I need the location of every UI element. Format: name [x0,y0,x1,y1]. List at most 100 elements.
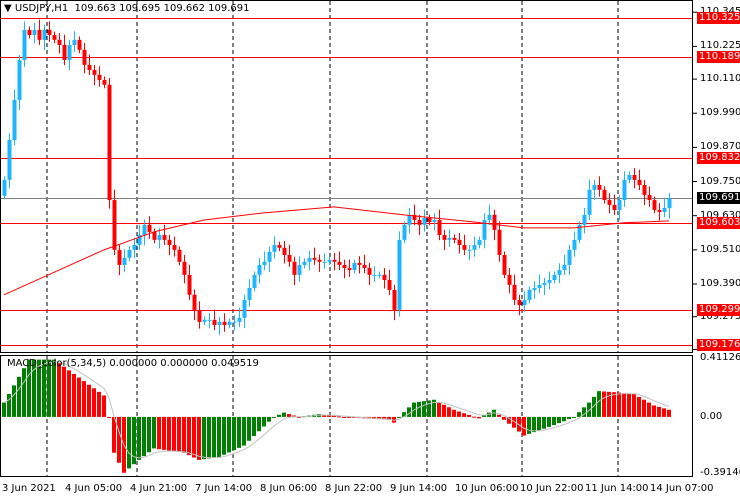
macd-bar [162,416,166,450]
macd-bar [532,416,536,433]
macd-bar [182,416,186,453]
candle-body [507,274,512,285]
candle-body [587,189,592,215]
candle-body [222,321,227,325]
macd-bar [552,416,556,426]
y-tick-label: 109.390 [700,277,740,289]
macd-title: MACD_color(5,34,5) 0.000000 0.000000 0.0… [7,358,259,369]
macd-bar [632,393,636,417]
candle-body [607,200,612,205]
chart-window: ▼ USDJPY,H1 109.663 109.695 109.662 109.… [0,0,740,500]
candle-body [377,274,382,276]
macd-bar [647,402,651,417]
candle-body [497,229,502,255]
macd-bar [422,401,426,417]
x-label: 7 Jun 14:00 [195,483,253,494]
macd-bar [62,366,66,417]
candle-body [492,214,497,230]
chart-canvas[interactable] [0,0,740,500]
candle-body [347,268,352,271]
level-price-tag: 110.189 [697,50,740,63]
candle-body [237,317,242,322]
candle-body [17,60,22,100]
macd-bar [92,388,96,417]
macd-bar [72,373,76,417]
level-price-tag: 109.832 [697,152,740,165]
macd-bar [417,401,421,417]
candle-body [187,274,192,295]
candle-body [322,261,327,263]
macd-bar [257,416,261,432]
macd-bar [177,416,181,453]
x-label: 8 Jun 22:00 [325,483,383,494]
candle-body [172,245,177,250]
x-label: 4 Jun 05:00 [65,483,123,494]
candle-body [622,179,627,201]
candle-body [102,79,107,85]
candle-body [312,257,317,260]
level-price-tag: 109.176 [697,338,740,351]
candle-body [62,44,67,61]
macd-bar [227,416,231,453]
macd-bar [242,416,246,446]
macd-bar [82,381,86,417]
macd-bar [222,416,226,455]
macd-bar [137,416,141,460]
macd-bar [97,391,101,417]
main-panel-frame [0,0,693,353]
collapse-triangle-icon[interactable]: ▼ [4,3,12,14]
macd-bar [502,416,506,420]
candle-body [177,249,182,262]
candle-body [7,140,12,180]
chart-header: ▼ USDJPY,H1 109.663 109.695 109.662 109.… [4,3,250,14]
candle-body [527,289,532,300]
macd-bar [567,416,571,420]
candle-body [617,200,622,211]
candle-body [362,264,367,269]
x-label: 10 Jun 22:00 [520,483,584,494]
candle-body [487,214,492,220]
macd-bar [462,413,466,417]
candle-body [277,245,282,248]
candle-body [122,257,127,265]
candle-body [42,29,47,40]
candle-body [342,264,347,269]
candle-body [247,287,252,300]
macd-bar [602,391,606,417]
macd-bar [87,384,91,417]
candle-body [462,245,467,250]
candle-body [147,224,152,232]
candle-body [22,29,27,61]
candle-body [32,29,37,36]
macd-bar [557,416,561,424]
candle-body [592,184,597,190]
candle-body [297,264,302,275]
candle-body [317,259,322,262]
macd-bar [232,416,236,451]
macd-bar [497,414,501,417]
candle-body [87,64,92,71]
candle-body [572,239,577,250]
macd-bar [597,391,601,417]
macd-y-tick-label: 0.00 [700,410,723,422]
macd-bar [527,416,531,434]
macd-bar [482,415,486,417]
candle-body [542,282,547,285]
candle-body [432,219,437,222]
candle-body [637,179,642,185]
candle-body [367,268,372,275]
macd-bar [642,399,646,417]
candle-body [417,219,422,225]
candle-body [372,274,377,276]
candle-body [612,204,617,211]
candle-body [467,249,472,251]
candle-body [182,261,187,275]
macd-bar [102,395,106,417]
candle-body [407,214,412,225]
ohlc-values: 109.663 109.695 109.662 109.691 [74,3,250,14]
candle-body [642,184,647,195]
macd-bar [17,376,21,417]
macd-bar [152,416,156,449]
candle-body [132,245,137,250]
candle-body [192,294,197,310]
